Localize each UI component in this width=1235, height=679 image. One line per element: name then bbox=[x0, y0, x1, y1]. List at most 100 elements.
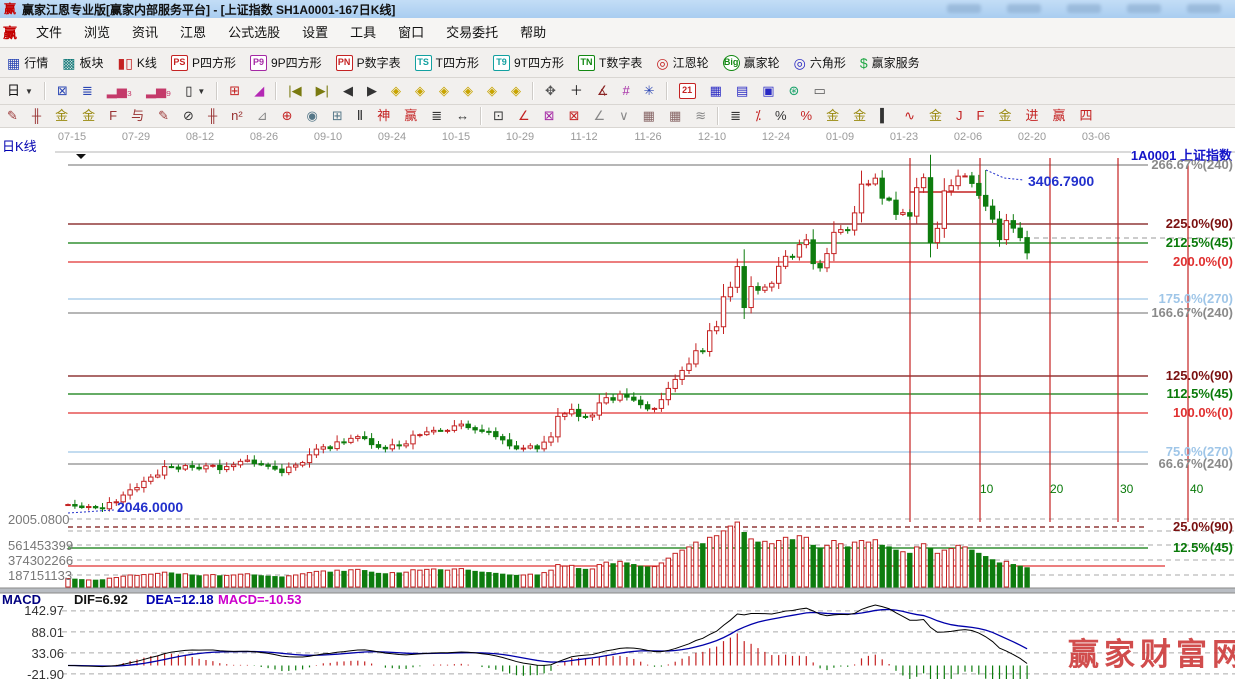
f-gate-tool[interactable]: F bbox=[103, 106, 123, 126]
p-digit-table-button[interactable]: PNP数字表 bbox=[330, 52, 407, 73]
brush-tool[interactable]: ✎ bbox=[1, 106, 24, 126]
zoom-right-button[interactable]: ◈ bbox=[409, 81, 431, 101]
gold-circle-tool[interactable]: 金 bbox=[820, 106, 845, 126]
gann-net-button[interactable]: # bbox=[617, 81, 636, 101]
f-angle-tool[interactable]: F bbox=[971, 106, 991, 126]
box-x-tool[interactable]: ⊠ bbox=[563, 106, 586, 126]
sectors-button[interactable]: ▩板块 bbox=[56, 52, 109, 73]
gann-grid-icon[interactable]: ⊞ bbox=[223, 81, 246, 101]
menu-item-4[interactable]: 公式选股 bbox=[217, 19, 291, 47]
crosshair-button[interactable]: ＋ bbox=[564, 81, 589, 101]
winner-wheel-button[interactable]: Big赢家轮 bbox=[717, 52, 786, 73]
j-angle-tool[interactable]: J bbox=[950, 106, 969, 126]
win-gate-tool[interactable]: 赢 bbox=[398, 106, 423, 126]
ma3-chart-icon[interactable]: ▂▅₃ bbox=[101, 81, 138, 101]
menu-item-6[interactable]: 工具 bbox=[339, 19, 387, 47]
fence-tool[interactable]: ╫ bbox=[26, 106, 47, 126]
calculator-button[interactable]: ▦ bbox=[704, 81, 728, 101]
angle-a-tool-icon: ⊿ bbox=[257, 108, 268, 124]
9t-square-button[interactable]: T99T四方形 bbox=[487, 52, 570, 73]
gold-gate-tool[interactable]: 金 bbox=[49, 106, 74, 126]
nav-last-button[interactable]: ▶| bbox=[310, 81, 335, 101]
box-fan-tool[interactable]: ⊠ bbox=[538, 106, 561, 126]
slashes-tool[interactable]: ≋ bbox=[689, 106, 712, 126]
ma9-chart-icon[interactable]: ▂▅₉ bbox=[140, 81, 177, 101]
nav-first-button[interactable]: |◀ bbox=[282, 81, 307, 101]
quotes-button[interactable]: ▦行情 bbox=[1, 52, 54, 73]
gold-angle-tool[interactable]: 金 bbox=[923, 106, 948, 126]
zoom-h-button[interactable]: ◈ bbox=[433, 81, 455, 101]
date-tick-10-15: 10-15 bbox=[432, 131, 480, 143]
candle-pen-tool[interactable]: ▍ bbox=[874, 106, 896, 126]
percent-line-tool[interactable]: ⁒ bbox=[749, 106, 767, 126]
gold-gate2-tool[interactable]: 金 bbox=[76, 106, 101, 126]
t-digit-table-button[interactable]: TNT数字表 bbox=[572, 52, 648, 73]
menu-item-7[interactable]: 窗口 bbox=[387, 19, 435, 47]
v-lines-tool[interactable]: ∨ bbox=[613, 106, 635, 126]
analyse-button[interactable]: ✳ bbox=[638, 81, 661, 101]
percent-tool[interactable]: % bbox=[769, 106, 793, 126]
wave-tool[interactable]: ∿ bbox=[898, 106, 921, 126]
angle-a-tool[interactable]: ⊿ bbox=[251, 106, 274, 126]
web-square-tool[interactable]: ⊞ bbox=[326, 106, 349, 126]
bars-tool[interactable]: ≣ bbox=[724, 106, 747, 126]
four-angle-tool[interactable]: 四 bbox=[1074, 106, 1099, 126]
angle-tool-button[interactable]: ∡ bbox=[591, 81, 615, 101]
box-tool[interactable]: ⊡ bbox=[487, 106, 510, 126]
win-angle-tool[interactable]: 赢 bbox=[1047, 106, 1072, 126]
print-button[interactable]: ▭ bbox=[807, 81, 831, 101]
grid-box2-tool[interactable]: ▦ bbox=[663, 106, 687, 126]
slash-fan-tool[interactable]: ∠ bbox=[588, 106, 612, 126]
hook-tool[interactable]: 与 bbox=[125, 106, 150, 126]
percent2-tool[interactable]: % bbox=[795, 106, 819, 126]
nav-prev-button[interactable]: ◀ bbox=[337, 81, 359, 101]
overlay-icon[interactable]: ⊠ bbox=[51, 81, 74, 101]
period-day-dropdown[interactable]: 日▼ bbox=[1, 81, 39, 101]
menu-item-9[interactable]: 帮助 bbox=[509, 19, 557, 47]
hexagon-button[interactable]: ◎六角形 bbox=[788, 52, 852, 73]
9p-square-button[interactable]: P99P四方形 bbox=[244, 52, 328, 73]
save-button[interactable]: ▣ bbox=[756, 81, 780, 101]
zoom-out-button[interactable]: ◈ bbox=[457, 81, 479, 101]
winner-service-button[interactable]: $赢家服务 bbox=[854, 52, 926, 73]
fence2-tool[interactable]: ╫ bbox=[202, 106, 223, 126]
jin-angle-tool[interactable]: 进 bbox=[1019, 106, 1044, 126]
menu-item-2[interactable]: 资讯 bbox=[121, 19, 169, 47]
gold-line-tool[interactable]: 金 bbox=[847, 106, 872, 126]
t-square-button[interactable]: TST四方形 bbox=[409, 52, 485, 73]
info-doc-icon[interactable]: ≣ bbox=[76, 81, 99, 101]
menu-item-1[interactable]: 浏览 bbox=[73, 19, 121, 47]
kline-button[interactable]: ▮▯K线 bbox=[112, 52, 163, 73]
menu-item-0[interactable]: 文件 bbox=[25, 19, 73, 47]
menu-item-3[interactable]: 江恩 bbox=[169, 19, 217, 47]
hand-tool-button[interactable]: ✥ bbox=[539, 81, 562, 101]
pause-quote-tool[interactable]: Ⅱ bbox=[351, 106, 369, 126]
clock-tool[interactable]: ⊘ bbox=[177, 106, 200, 126]
menu-item-5[interactable]: 设置 bbox=[291, 19, 339, 47]
candle-style-dropdown[interactable]: ▯▼ bbox=[179, 81, 211, 101]
circle-cross-tool[interactable]: ⊕ bbox=[276, 106, 299, 126]
nav-next-button[interactable]: ▶ bbox=[361, 81, 383, 101]
n2-tool[interactable]: n² bbox=[225, 106, 249, 126]
gann-wheel-button[interactable]: ◎江恩轮 bbox=[650, 52, 714, 73]
shen-gate-tool[interactable]: 神 bbox=[371, 106, 396, 126]
notepad-button[interactable]: ▤ bbox=[730, 81, 754, 101]
chart-area[interactable]: 07-1507-2908-1208-2609-1009-2410-1510-29… bbox=[0, 128, 1235, 679]
zoom-all-button[interactable]: ◈ bbox=[481, 81, 503, 101]
web-circle-tool[interactable]: ◉ bbox=[301, 106, 324, 126]
span-arrow-tool[interactable]: ↔ bbox=[450, 106, 475, 126]
calendar-button[interactable]: 21 bbox=[673, 81, 702, 101]
menu-item-8[interactable]: 交易委托 bbox=[435, 19, 509, 47]
ruler-tool[interactable]: ≣ bbox=[425, 106, 448, 126]
zoom-move-button[interactable]: ◈ bbox=[505, 81, 527, 101]
zoom-left-button[interactable]: ◈ bbox=[385, 81, 407, 101]
f-gate-tool-icon: F bbox=[109, 108, 117, 124]
fan-lines-tool[interactable]: ∠ bbox=[512, 106, 536, 126]
zoom-move-button-icon: ◈ bbox=[511, 83, 521, 99]
color-flag-icon[interactable]: ◢ bbox=[248, 81, 270, 101]
grid-box-tool[interactable]: ▦ bbox=[637, 106, 661, 126]
gold2-angle-tool[interactable]: 金 bbox=[992, 106, 1017, 126]
p-square-button[interactable]: PSP四方形 bbox=[165, 52, 242, 73]
export-chart-button[interactable]: ⊛ bbox=[783, 81, 806, 101]
pen2-tool[interactable]: ✎ bbox=[152, 106, 175, 126]
